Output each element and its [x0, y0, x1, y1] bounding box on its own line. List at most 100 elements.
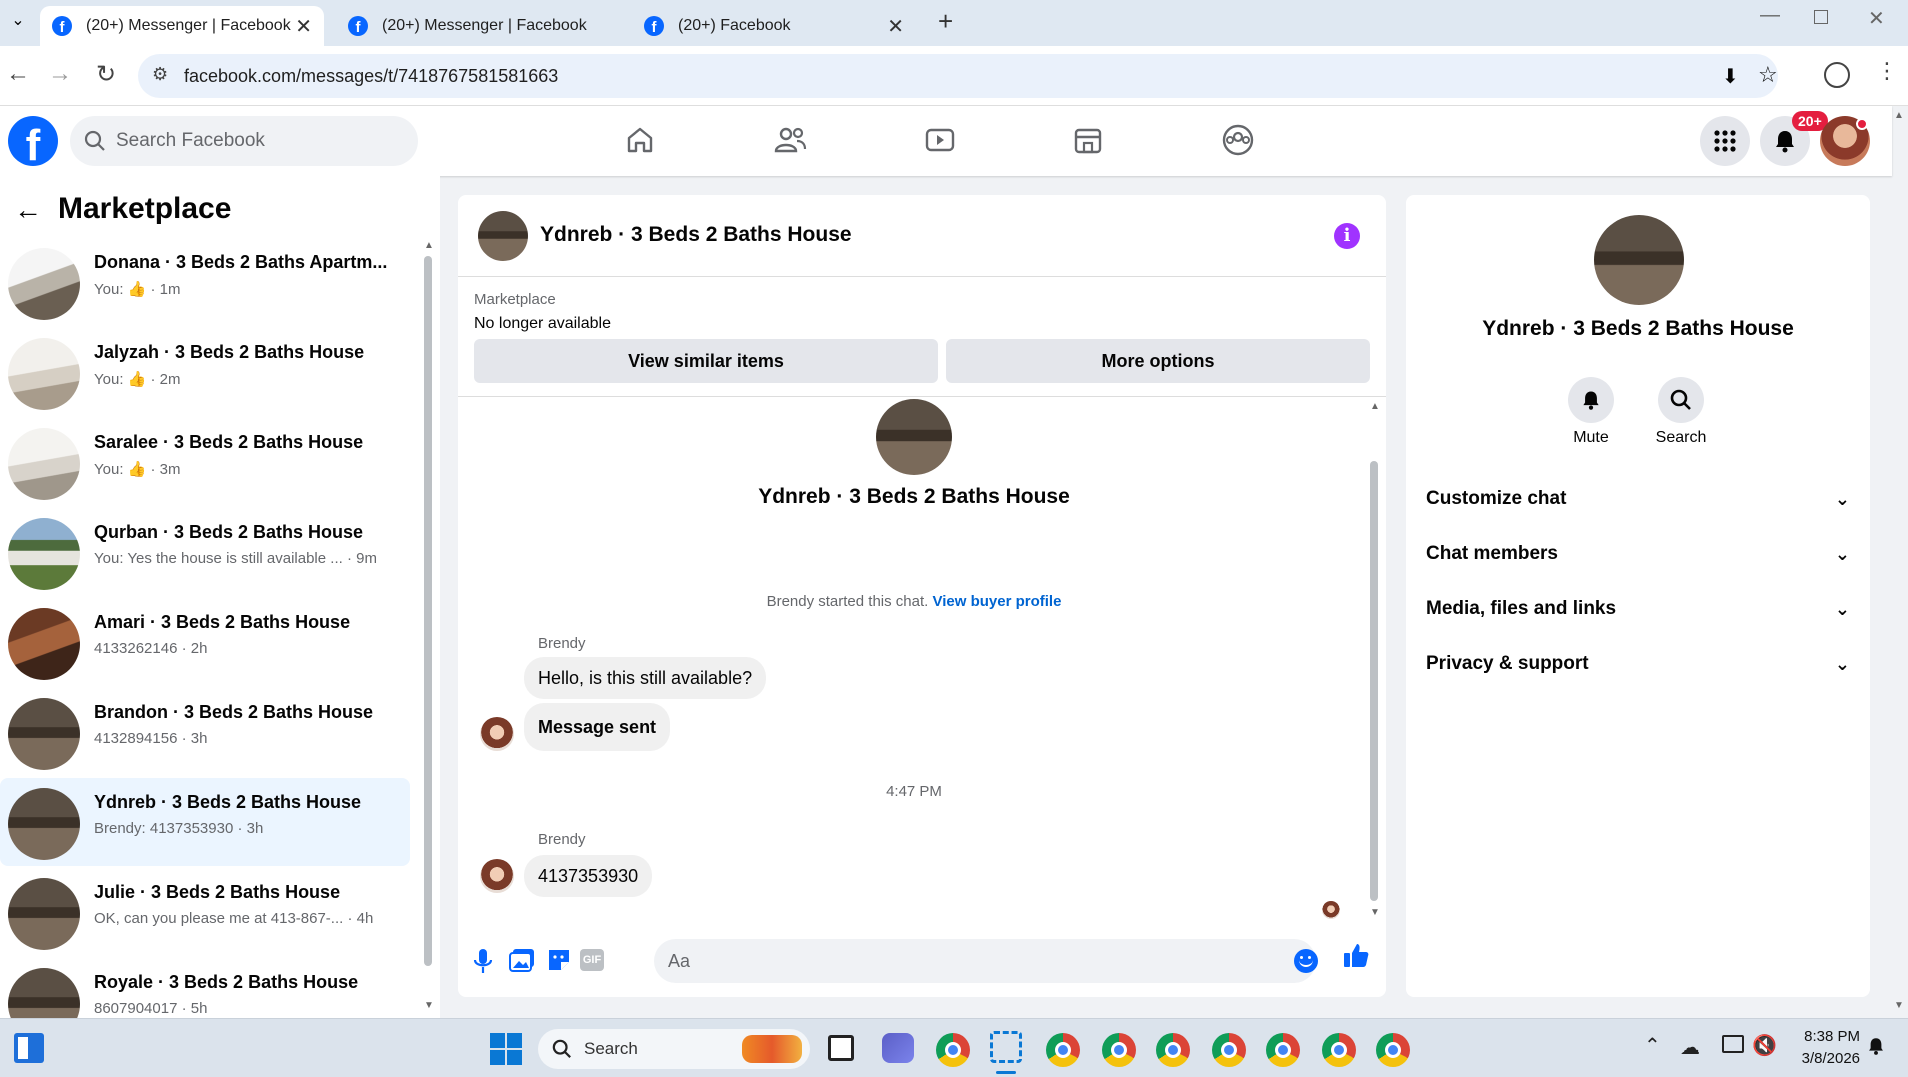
back-arrow-icon[interactable]: ← [14, 194, 42, 226]
minimize-window-button[interactable]: — [1760, 4, 1780, 27]
volume-muted-icon[interactable]: 🔇 [1752, 1033, 1777, 1058]
menu-grid-button[interactable] [1700, 116, 1750, 166]
marketplace-nav-icon[interactable] [1066, 118, 1110, 162]
chat-scroll-down-arrow[interactable]: ▼ [1370, 907, 1380, 918]
conversation-name: Amari · 3 Beds 2 Baths House [94, 612, 351, 632]
browser-tab-2[interactable]: f (20+) Messenger | Facebook [336, 6, 620, 46]
install-app-icon[interactable]: ⬇ [1722, 64, 1739, 89]
forward-icon[interactable]: → [44, 60, 76, 88]
scroll-down-arrow[interactable]: ▼ [424, 1000, 434, 1011]
chrome-profile-icon[interactable] [1156, 1033, 1190, 1067]
restore-window-button[interactable] [1814, 10, 1828, 24]
page-scroll-up-arrow[interactable]: ▲ [1894, 110, 1904, 121]
conversation-item[interactable]: Royale · 3 Beds 2 Baths House 8607904017… [0, 958, 410, 1018]
conversation-name: Saralee · 3 Beds 2 Baths House [94, 432, 364, 452]
marketplace-banner: Marketplace No longer available View sim… [458, 277, 1386, 397]
conversation-item[interactable]: Amari · 3 Beds 2 Baths House 4133262146 … [0, 598, 410, 686]
view-buyer-profile-link[interactable]: View buyer profile [932, 593, 1061, 610]
customize-chat-section[interactable]: Customize chat ⌄ [1426, 479, 1850, 519]
reload-icon[interactable]: ↻ [90, 60, 122, 89]
widgets-icon[interactable] [14, 1033, 44, 1063]
thumbs-up-icon[interactable] [1342, 941, 1370, 976]
home-nav-icon[interactable] [618, 118, 662, 162]
chrome-profile-icon[interactable] [1376, 1033, 1410, 1067]
privacy-support-section[interactable]: Privacy & support ⌄ [1426, 644, 1850, 684]
facebook-search-input[interactable]: Search Facebook [70, 116, 418, 166]
clock-time[interactable]: 8:38 PM [1780, 1028, 1860, 1045]
sender-avatar[interactable] [480, 859, 514, 893]
back-icon[interactable]: ← [2, 60, 34, 88]
task-view-icon[interactable] [828, 1035, 854, 1061]
conversation-item[interactable]: Donana · 3 Beds 2 Baths Apartm... You: 👍… [0, 238, 410, 326]
teams-meet-icon[interactable] [882, 1033, 914, 1063]
taskbar-search-box[interactable]: Search [538, 1029, 810, 1069]
photo-icon[interactable] [508, 947, 536, 978]
chat-scrollbar[interactable] [1370, 461, 1378, 901]
view-similar-items-button[interactable]: View similar items [474, 339, 938, 383]
bookmark-star-icon[interactable]: ☆ [1758, 62, 1778, 88]
chat-title[interactable]: Ydnreb · 3 Beds 2 Baths House [540, 223, 852, 247]
section-label: Media, files and links [1426, 598, 1617, 619]
page-scroll-down-arrow[interactable]: ▼ [1894, 1000, 1904, 1011]
chrome-profile-icon[interactable] [1212, 1033, 1246, 1067]
active-app-indicator [996, 1071, 1016, 1074]
chrome-profile-icon[interactable] [1046, 1033, 1080, 1067]
network-icon[interactable] [1722, 1035, 1744, 1053]
message-bubble[interactable]: Hello, is this still available? [524, 657, 767, 699]
conversation-snippet: You: 👍 · 2m [94, 371, 181, 388]
facebook-logo-icon[interactable]: f [8, 116, 58, 166]
emoji-icon[interactable] [1294, 949, 1318, 973]
site-info-icon[interactable]: ⚙ [152, 64, 168, 85]
conversation-item-selected[interactable]: Ydnreb · 3 Beds 2 Baths House Brendy: 41… [0, 778, 410, 866]
new-tab-button[interactable]: + [938, 6, 953, 37]
windows-start-icon[interactable] [490, 1033, 522, 1065]
show-hidden-icons-chevron[interactable]: ⌃ [1644, 1033, 1661, 1058]
conversation-item[interactable]: Brandon · 3 Beds 2 Baths House 413289415… [0, 688, 410, 776]
browser-tab-3[interactable]: f (20+) Facebook ✕ [632, 6, 916, 46]
video-nav-icon[interactable] [918, 118, 962, 162]
conversation-item[interactable]: Saralee · 3 Beds 2 Baths House You: 👍 · … [0, 418, 410, 506]
microphone-icon[interactable] [472, 947, 494, 980]
info-icon[interactable]: i [1334, 223, 1360, 249]
cloud-offline-icon[interactable]: ☁ [1680, 1035, 1700, 1060]
scroll-up-arrow[interactable]: ▲ [424, 240, 434, 251]
notifications-bell-icon[interactable] [1866, 1035, 1886, 1062]
chat-avatar[interactable] [478, 211, 528, 261]
conversation-name: Brandon · 3 Beds 2 Baths House [94, 702, 374, 722]
groups-nav-icon[interactable] [1216, 118, 1260, 162]
conversation-item[interactable]: Julie · 3 Beds 2 Baths House OK, can you… [0, 868, 410, 956]
section-label: Customize chat [1426, 488, 1567, 509]
close-tab-icon[interactable]: ✕ [887, 14, 904, 39]
conversation-list-scrollbar[interactable] [424, 256, 432, 966]
chrome-profile-icon[interactable] [1266, 1033, 1300, 1067]
message-input[interactable]: Aa [654, 939, 1316, 983]
media-files-links-section[interactable]: Media, files and links ⌄ [1426, 589, 1850, 629]
clock-date[interactable]: 3/8/2026 [1780, 1050, 1860, 1067]
close-window-button[interactable]: ✕ [1868, 6, 1885, 31]
conversation-item[interactable]: Qurban · 3 Beds 2 Baths House You: Yes t… [0, 508, 410, 596]
chat-scroll-up-arrow[interactable]: ▲ [1370, 401, 1380, 412]
chrome-profile-icon[interactable] [1322, 1033, 1356, 1067]
message-bubble[interactable]: Message sent [524, 703, 671, 751]
conversation-snippet: 8607904017 · 5h [94, 1000, 208, 1017]
snipping-tool-icon[interactable] [990, 1031, 1022, 1063]
gif-icon[interactable]: GIF [580, 949, 604, 971]
conversation-item[interactable]: Jalyzah · 3 Beds 2 Baths House You: 👍 · … [0, 328, 410, 416]
message-timestamp: 4:47 PM [886, 783, 942, 800]
browser-tab-1[interactable]: f (20+) Messenger | Facebook ✕ [40, 6, 324, 46]
sticker-icon[interactable] [546, 947, 572, 978]
chrome-profile-icon[interactable] [1102, 1033, 1136, 1067]
message-bubble[interactable]: 4137353930 [524, 855, 653, 897]
mute-button[interactable] [1568, 377, 1614, 423]
friends-nav-icon[interactable] [768, 118, 812, 162]
browser-menu-icon[interactable]: ⋮ [1876, 58, 1898, 84]
chrome-icon[interactable] [936, 1033, 970, 1067]
profile-icon[interactable] [1824, 62, 1850, 88]
close-tab-icon[interactable]: ✕ [295, 14, 312, 39]
chat-members-section[interactable]: Chat members ⌄ [1426, 534, 1850, 574]
tab-search-dropdown[interactable]: ⌄ [6, 10, 30, 34]
search-in-chat-button[interactable] [1658, 377, 1704, 423]
more-options-button[interactable]: More options [946, 339, 1370, 383]
address-bar[interactable]: ⚙ facebook.com/messages/t/74187675815816… [138, 54, 1778, 98]
sender-avatar[interactable] [480, 717, 514, 751]
